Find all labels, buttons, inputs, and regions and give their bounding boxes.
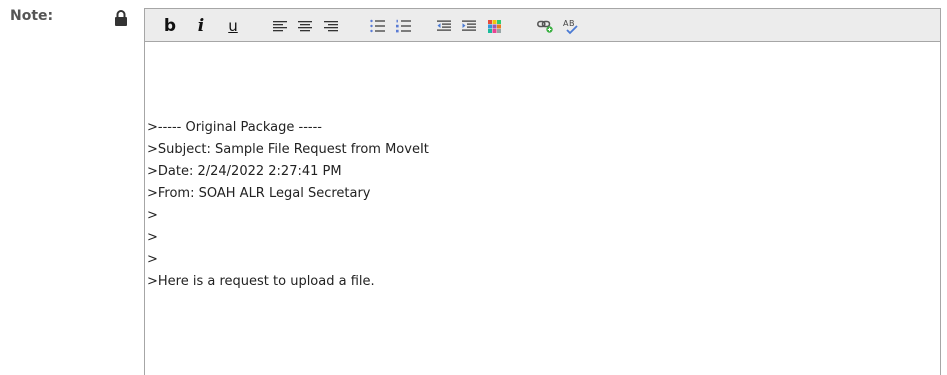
align-right-button[interactable] [323,16,339,36]
body-line: >----- Original Package ----- [147,120,322,135]
body-line: > [147,208,158,223]
note-field: Note: b i u A B >----- Original Package … [0,0,947,375]
italic-button[interactable]: i [194,16,208,36]
bold-button[interactable]: b [163,16,177,36]
numbered-list-button[interactable] [395,16,411,36]
link-icon [536,20,553,33]
indent-button[interactable] [461,16,477,36]
underline-label: u [228,17,238,35]
body-line: >Subject: Sample File Request from MoveI… [147,142,429,157]
note-label: Note: [10,8,54,24]
align-right-icon [324,20,338,31]
indent-icon [462,20,476,31]
italic-label: i [197,16,205,36]
color-palette-icon [487,19,501,33]
body-line: > [147,230,158,245]
bold-label: b [163,16,177,36]
body-line: >Here is a request to upload a file. [147,274,375,289]
lock-icon [115,10,127,26]
outdent-icon [437,20,451,31]
body-line: >From: SOAH ALR Legal Secretary [147,186,371,201]
align-center-button[interactable] [297,16,313,36]
underline-button[interactable]: u [225,16,241,36]
align-left-button[interactable] [272,16,288,36]
outdent-button[interactable] [436,16,452,36]
insert-link-button[interactable] [536,16,554,36]
align-center-icon [298,20,312,31]
svg-text:B: B [569,19,575,28]
body-line: >Date: 2/24/2022 2:27:41 PM [147,164,342,179]
numbered-list-icon [395,19,411,33]
spellcheck-icon: A B [563,19,578,34]
body-line: > [147,252,158,267]
spellcheck-button[interactable]: A B [562,16,580,36]
rich-text-editor: b i u A B >----- Original Package ----- … [144,8,941,375]
text-color-button[interactable] [486,16,502,36]
bullet-list-button[interactable] [369,16,385,36]
editor-toolbar: b i u A B [145,9,940,42]
bullet-list-icon [369,19,385,33]
align-left-icon [273,20,287,31]
